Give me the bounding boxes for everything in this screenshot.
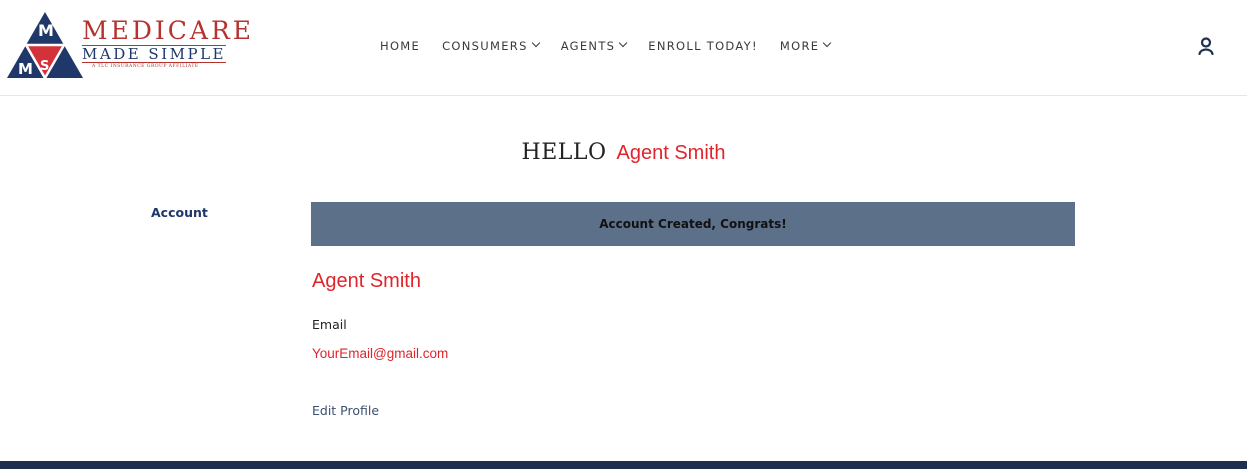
chevron-down-icon (619, 38, 628, 48)
main-nav: HOME CONSUMERS AGENTS ENROLL TODAY! MORE (380, 36, 852, 56)
user-icon[interactable] (1198, 37, 1214, 55)
email-value: YourEmail@gmail.com (312, 346, 449, 361)
nav-item-label: MORE (779, 39, 820, 53)
success-banner: Account Created, Congrats! (311, 202, 1075, 246)
greeting: HELLO Agent Smith (0, 140, 1247, 165)
nav-item-consumers[interactable]: CONSUMERS (442, 36, 540, 56)
greeting-hello: HELLO (521, 140, 607, 165)
logo-text-medicare: MEDICARE (82, 16, 255, 45)
nav-item-enroll-today[interactable]: ENROLL TODAY! (648, 36, 758, 56)
nav-item-label: HOME (380, 39, 421, 53)
profile-name: Agent Smith (312, 270, 421, 292)
chevron-down-icon (531, 38, 540, 48)
nav-item-home[interactable]: HOME (380, 36, 420, 56)
nav-item-label: ENROLL TODAY! (648, 39, 758, 53)
site-logo[interactable]: M M S MEDICARE MADE SIMPLE A TLC INSURAN… (6, 8, 251, 80)
nav-item-label: CONSUMERS (442, 39, 528, 53)
logo-letter-top: M (38, 21, 54, 40)
email-label: Email (312, 317, 347, 332)
logo-text-made-simple: MADE SIMPLE (82, 45, 226, 63)
nav-item-agents[interactable]: AGENTS (560, 36, 628, 56)
site-header: M M S MEDICARE MADE SIMPLE A TLC INSURAN… (0, 0, 1247, 96)
nav-item-more[interactable]: MORE (779, 36, 832, 56)
success-banner-text: Account Created, Congrats! (599, 217, 787, 231)
site-footer (0, 461, 1247, 469)
logo-triangle-icon: M M S (7, 12, 83, 80)
chevron-down-icon (823, 38, 832, 48)
logo-letter-center: S (40, 59, 49, 74)
logo-letter-left: M (18, 60, 33, 78)
nav-item-label: AGENTS (560, 39, 616, 53)
edit-profile-link[interactable]: Edit Profile (312, 403, 379, 418)
greeting-name: Agent Smith (616, 142, 726, 164)
sidebar-item-account[interactable]: Account (151, 205, 208, 220)
logo-text-affiliate: A TLC INSURANCE GROUP AFFILIATE (92, 64, 199, 69)
